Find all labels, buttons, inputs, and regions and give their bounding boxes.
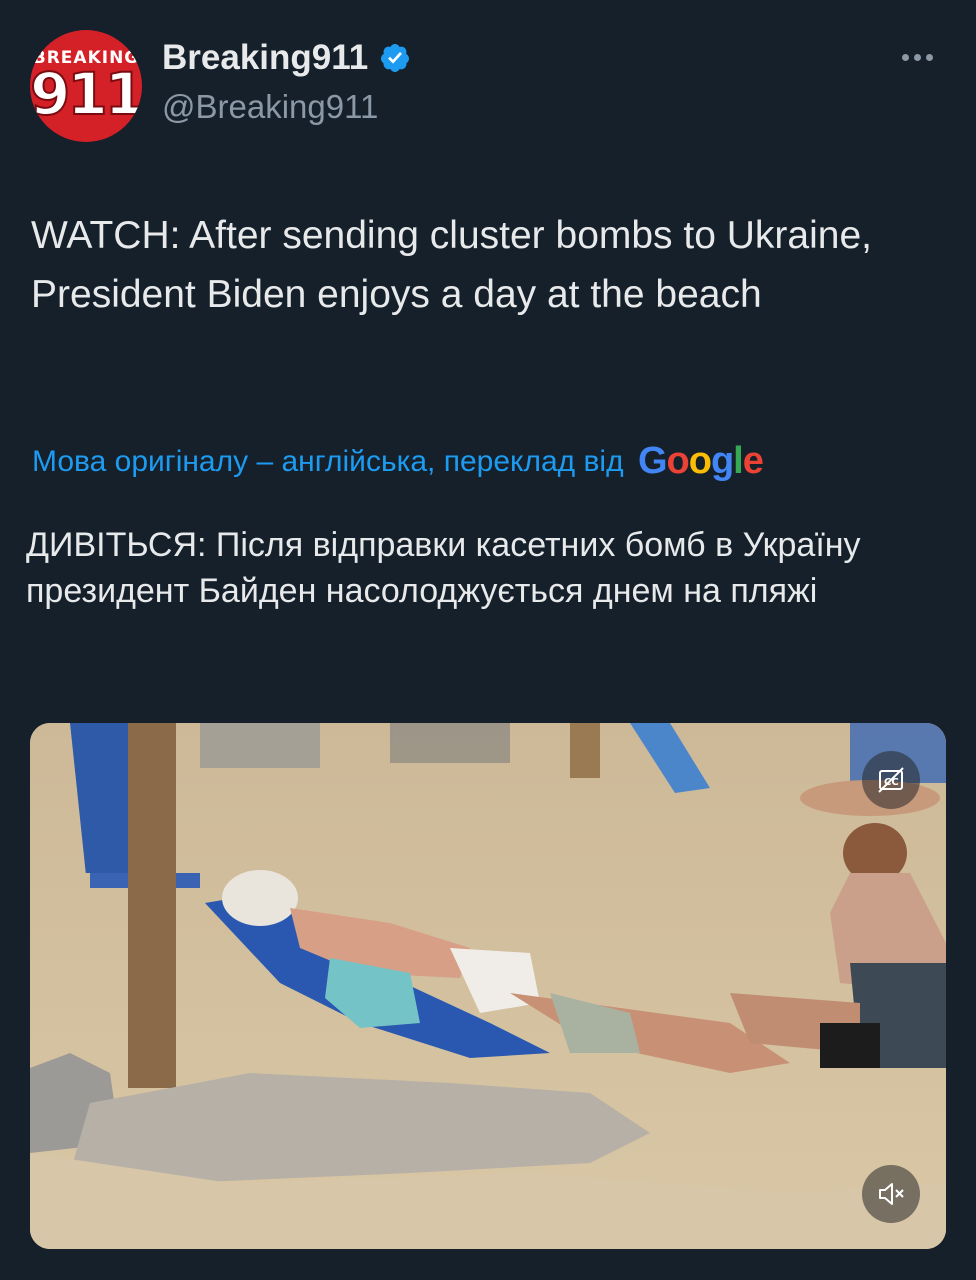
- avatar[interactable]: BREAKING 911: [30, 30, 142, 142]
- avatar-number: 911: [30, 59, 142, 129]
- translation-label: Мова оригіналу – англійська, переклад ві…: [32, 445, 624, 478]
- video-frame: [30, 723, 946, 1249]
- mute-button[interactable]: [862, 1165, 920, 1223]
- dot-icon: [902, 54, 909, 61]
- captions-icon: CC: [878, 767, 904, 793]
- handle[interactable]: @Breaking911: [162, 88, 378, 126]
- captions-button[interactable]: CC: [862, 751, 920, 809]
- mute-icon: [879, 1183, 904, 1205]
- more-options-button[interactable]: [902, 48, 942, 78]
- dot-icon: [914, 54, 921, 61]
- google-logo: Google: [637, 440, 764, 482]
- translated-text: ДИВІТЬСЯ: Після відправки касетних бомб …: [26, 526, 861, 610]
- verified-badge-icon: [380, 44, 409, 72]
- dot-icon: [926, 54, 933, 61]
- display-name[interactable]: Breaking911: [162, 38, 368, 78]
- translation-notice[interactable]: Мова оригіналу – англійська, переклад ві…: [32, 440, 932, 486]
- video-player[interactable]: CC: [30, 723, 946, 1249]
- tweet-text: WATCH: After sending cluster bombs to Uk…: [31, 214, 872, 316]
